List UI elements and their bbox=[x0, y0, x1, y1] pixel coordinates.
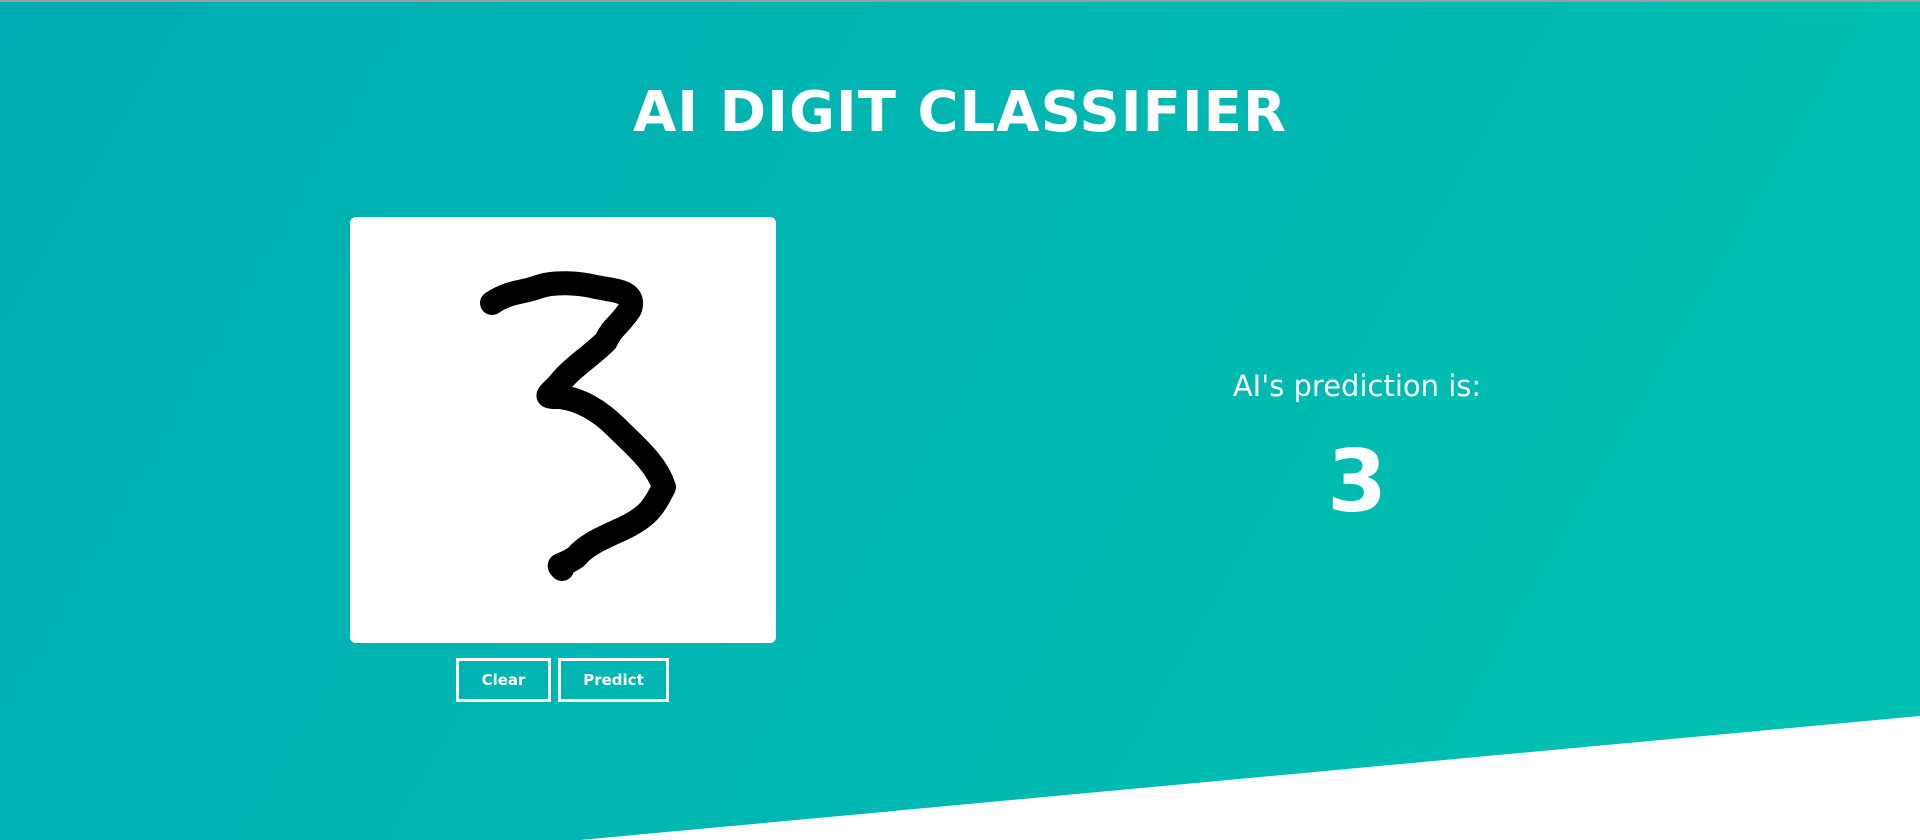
handwritten-digit-stroke bbox=[480, 271, 676, 581]
app-page: AI DIGIT CLASSIFIER Clear Predict AI's p… bbox=[0, 0, 1920, 840]
predict-button[interactable]: Predict bbox=[558, 658, 669, 702]
drawing-canvas[interactable] bbox=[350, 217, 776, 643]
prediction-value: 3 bbox=[1327, 432, 1387, 532]
top-border bbox=[0, 0, 1920, 2]
page-title: AI DIGIT CLASSIFIER bbox=[632, 80, 1288, 145]
prediction-label: AI's prediction is: bbox=[1232, 369, 1482, 403]
clear-button[interactable]: Clear bbox=[456, 658, 551, 702]
